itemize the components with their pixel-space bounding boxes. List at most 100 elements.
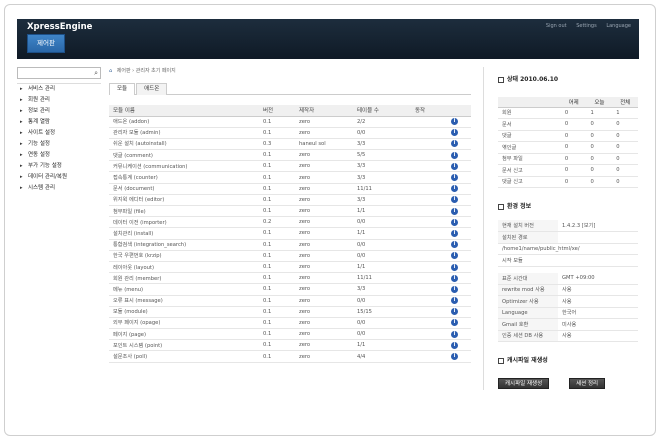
info-icon[interactable]: i <box>451 274 458 282</box>
sidebar-item[interactable]: ▸ 기능 설정 <box>17 139 101 150</box>
table-row: 커뮤니케이션 (communication) 0.1 zero 3/3 i <box>109 160 471 173</box>
col-header: 어제 <box>560 97 587 108</box>
table-row: 댓글 0 0 0 <box>498 130 638 142</box>
col-header: 제작자 <box>295 105 353 117</box>
table-row: 인증 세션 DB 사용 사용 <box>498 330 638 342</box>
table-row: 엮인글 0 0 0 <box>498 141 638 154</box>
info-icon[interactable]: i <box>451 118 458 126</box>
status-title: 상태 2010.06.10 <box>498 75 639 87</box>
info-icon[interactable]: i <box>451 353 458 361</box>
info-icon[interactable]: i <box>451 185 458 193</box>
arrow-icon: ▸ <box>20 130 23 136</box>
sidebar-item[interactable]: ▸ 서비스 관리 <box>17 84 101 95</box>
table-row: 문서 (document) 0.1 zero 11/11 i <box>109 183 471 195</box>
info-icon[interactable]: i <box>451 129 458 137</box>
sidebar-item[interactable]: ▸ 통계 열람 <box>17 117 101 128</box>
info-icon[interactable]: i <box>451 218 458 226</box>
table-row: 회원 0 1 1 <box>498 107 638 119</box>
col-header: 오늘 <box>586 97 613 108</box>
section-icon <box>498 357 504 364</box>
table-row: 시작 모듈 <box>498 254 638 267</box>
table-row: 문서 0 0 0 <box>498 118 638 131</box>
info-icon[interactable]: i <box>451 174 458 182</box>
home-icon[interactable]: ⌂ <box>109 68 112 74</box>
info-icon[interactable]: i <box>451 229 458 237</box>
table-row: 쉬운 설치 (autoinstall) 0.3 haneul sol 3/3 i <box>109 138 471 151</box>
tab-modules[interactable]: 모듈 <box>109 83 136 95</box>
admin-button[interactable]: 제어판 <box>27 34 65 53</box>
col-header: 모듈 이름 <box>109 105 259 117</box>
settings-link[interactable]: Settings <box>576 23 597 29</box>
info-icon[interactable]: i <box>451 140 458 148</box>
cache-title: 캐시파일 재생성 <box>498 356 639 368</box>
table-row: 메뉴 (menu) 0.1 zero 3/3 i <box>109 283 471 296</box>
sidebar-item-label: 정보 관리 <box>28 108 50 114</box>
info-icon[interactable]: i <box>451 241 458 249</box>
main-content: ⌂ 제어판 › 관리자 초기 페이지 모듈 애드온 모듈 이름 버전 제작자 테이… <box>109 67 471 363</box>
arrow-icon: ▸ <box>20 174 23 180</box>
sidebar-search[interactable]: ⌕ <box>17 67 101 79</box>
table-row: 첨부 파일 0 0 0 <box>498 153 638 165</box>
table-row: 관리자 모듈 (admin) 0.1 zero 0/0 i <box>109 127 471 139</box>
info-icon[interactable]: i <box>451 297 458 305</box>
table-row: 현재 설치 버전 1.4.2.3 [보기] <box>498 220 638 232</box>
info-icon[interactable]: i <box>451 308 458 316</box>
top-header: XpressEngine 제어판 Sign out Settings Langu… <box>17 19 639 59</box>
info-icon[interactable]: i <box>451 162 458 170</box>
language-link[interactable]: Language <box>606 23 631 29</box>
info-icon[interactable]: i <box>451 252 458 260</box>
arrow-icon: ▸ <box>20 97 23 103</box>
arrow-icon: ▸ <box>20 152 23 158</box>
info-icon[interactable]: i <box>451 207 458 215</box>
col-header: 전체 <box>612 97 638 108</box>
arrow-icon: ▸ <box>20 185 23 191</box>
sidebar-item[interactable]: ▸ 정보 관리 <box>17 106 101 117</box>
sidebar-item[interactable]: ▸ 사이트 설정 <box>17 128 101 139</box>
sidebar: ⌕ ▸ 서비스 관리 ▸ 회원 관리 ▸ 정보 관리 ▸ 통계 열람 ▸ 사이트 설정 ▸… <box>17 67 101 194</box>
breadcrumb-item[interactable]: 제어판 <box>117 68 131 74</box>
brand-logo: XpressEngine <box>27 22 93 32</box>
col-header <box>498 97 561 108</box>
info-icon[interactable]: i <box>451 319 458 327</box>
col-header: 테이블 수 <box>353 105 411 117</box>
sidebar-item[interactable]: ▸ 시스템 관리 <box>17 183 101 194</box>
session-clear-button[interactable]: 세션 정리 <box>569 378 606 389</box>
window-frame: XpressEngine 제어판 Sign out Settings Langu… <box>4 4 656 436</box>
table-row: 회원 관리 (member) 0.1 zero 11/11 i <box>109 272 471 285</box>
table-row: 페이지 (page) 0.1 zero 0/0 i <box>109 328 471 341</box>
sidebar-item-label: 서비스 관리 <box>28 86 56 92</box>
search-icon[interactable]: ⌕ <box>94 69 98 77</box>
arrow-icon: ▸ <box>20 86 23 92</box>
info-icon[interactable]: i <box>451 196 458 204</box>
info-icon[interactable]: i <box>451 330 458 338</box>
table-row: 포인트 시스템 (point) 0.1 zero 1/1 i <box>109 339 471 352</box>
table-row: 댓글 신고 0 0 0 <box>498 176 638 188</box>
table-row: rewrite mod 사용 사용 <box>498 284 638 296</box>
info-icon[interactable]: i <box>451 263 458 271</box>
sidebar-item-label: 연동 설정 <box>28 152 50 158</box>
sidebar-item[interactable]: ▸ 데이터 관리/복원 <box>17 172 101 183</box>
sidebar-item-label: 사이트 설정 <box>28 130 56 136</box>
sidebar-item[interactable]: ▸ 연동 설정 <box>17 150 101 161</box>
sidebar-item[interactable]: ▸ 회원 관리 <box>17 95 101 106</box>
install-path: /home1/name/public_html/xe/ <box>498 243 638 255</box>
sidebar-item-label: 회원 관리 <box>28 97 50 103</box>
table-row: 설문조사 (poll) 0.1 zero 4/4 i <box>109 350 471 363</box>
sign-out-link[interactable]: Sign out <box>546 23 567 29</box>
arrow-icon: ▸ <box>20 119 23 125</box>
regen-cache-button[interactable]: 캐시파일 재생성 <box>498 378 550 389</box>
table-row: 레이아웃 (layout) 0.1 zero 1/1 i <box>109 261 471 274</box>
sidebar-item-label: 통계 열람 <box>28 119 50 125</box>
tab-addons[interactable]: 애드온 <box>136 83 168 95</box>
sidebar-item[interactable]: ▸ 부가 기능 설정 <box>17 161 101 172</box>
table-row: 한국 우편번호 (krzip) 0.1 zero 0/0 i <box>109 250 471 262</box>
info-icon[interactable]: i <box>451 285 458 293</box>
cache-buttons: 캐시파일 재생성 세션 정리 <box>498 378 639 390</box>
arrow-icon: ▸ <box>20 141 23 147</box>
env-title: 환경 정보 <box>498 202 639 214</box>
table-row: Optimizer 사용 사용 <box>498 295 638 308</box>
table-row: Gmail 호환 미사용 <box>498 318 638 331</box>
table-row: 접속통계 (counter) 0.1 zero 3/3 i <box>109 171 471 184</box>
info-icon[interactable]: i <box>451 341 458 349</box>
info-icon[interactable]: i <box>451 151 458 159</box>
